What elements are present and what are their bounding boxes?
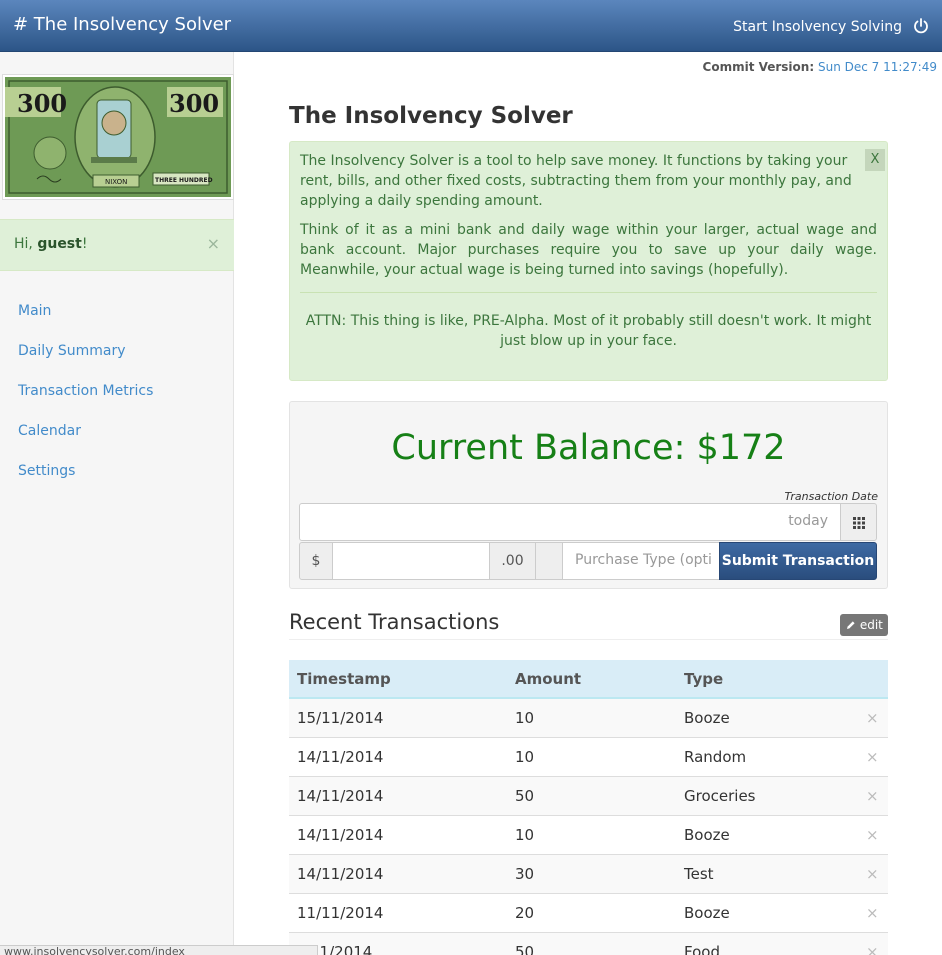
transaction-date-label: Transaction Date [784,490,878,503]
sidebar-item-transaction-metrics[interactable]: Transaction Metrics [18,382,153,422]
cell-type: Booze [684,709,730,727]
alert-close-button[interactable]: X [865,149,885,171]
svg-text:300: 300 [17,89,67,118]
transactions-table: Timestamp Amount Type 15/11/2014 10 Booze ×… [289,660,888,955]
cell-type: Food [684,943,720,955]
cell-amount: 50 [515,943,535,955]
submit-transaction-button[interactable]: Submit Transaction [719,542,877,580]
cell-amount: 10 [515,709,535,727]
delete-row-button[interactable]: × [866,709,879,727]
cell-timestamp: 14/11/2014 [297,826,384,844]
sidebar-item-daily-summary[interactable]: Daily Summary [18,342,153,382]
spacer-addon [535,542,563,580]
intro-alert: X The Insolvency Solver is a tool to hel… [289,141,888,381]
column-header-timestamp[interactable]: Timestamp [297,670,391,688]
sidebar-nav: Main Daily Summary Transaction Metrics C… [18,302,153,502]
greeting-alert: Hi, guest! × [0,219,234,271]
cell-amount: 30 [515,865,535,883]
cents-addon: .00 [489,542,536,580]
table-row: 15/11/2014 10 Booze × [289,699,888,738]
table-row: 11/11/2014 20 Booze × [289,894,888,933]
table-row: ?/11/2014 50 Food × [289,933,888,955]
logo: 300 300 NIXON THREE HUNDRED [2,74,234,200]
cell-amount: 50 [515,787,535,805]
page-title: The Insolvency Solver [289,103,573,129]
cell-amount: 20 [515,904,535,922]
attn-notice: ATTN: This thing is like, PRE-Alpha. Mos… [305,313,872,349]
edit-label: edit [859,618,883,632]
edit-button[interactable]: edit [840,614,888,636]
brand-link[interactable]: # The Insolvency Solver [13,14,231,35]
grid-icon [853,517,865,529]
three-hundred-dollar-bill-image: 300 300 NIXON THREE HUNDRED [5,77,231,197]
greeting-prefix: Hi, [14,236,38,252]
browser-status-bar: www.insolvencysolver.com/index [0,945,318,955]
greeting-username: guest [37,236,82,252]
top-navbar: # The Insolvency Solver Start Insolvency… [0,0,942,52]
commit-value-link[interactable]: Sun Dec 7 11:27:49 [818,60,937,74]
cell-type: Booze [684,904,730,922]
commit-label: Commit Version: [702,60,815,74]
sidebar-item-calendar[interactable]: Calendar [18,422,153,462]
pencil-icon [847,621,855,629]
alert-divider [300,292,877,293]
delete-row-button[interactable]: × [866,748,879,766]
cell-timestamp: 14/11/2014 [297,865,384,883]
amount-input[interactable] [332,542,490,580]
currency-addon: $ [299,542,333,580]
delete-row-button[interactable]: × [866,787,879,805]
cell-timestamp: 15/11/2014 [297,709,384,727]
greeting-suffix: ! [81,236,88,252]
delete-row-button[interactable]: × [866,943,879,955]
balance-panel: Current Balance: $172 Transaction Date t… [289,401,888,589]
calendar-button[interactable] [840,503,877,541]
sidebar: 300 300 NIXON THREE HUNDRED Hi, guest! ×… [0,52,234,955]
table-row: 14/11/2014 10 Booze × [289,816,888,855]
cell-amount: 10 [515,826,535,844]
column-header-amount[interactable]: Amount [515,670,581,688]
delete-row-button[interactable]: × [866,904,879,922]
transaction-date-input[interactable]: today [299,503,841,541]
recent-divider [289,639,888,640]
cell-timestamp: 11/11/2014 [297,904,384,922]
cell-timestamp: 14/11/2014 [297,787,384,805]
current-balance: Current Balance: $172 [391,428,786,468]
cell-type: Random [684,748,747,766]
delete-row-button[interactable]: × [866,826,879,844]
svg-text:THREE HUNDRED: THREE HUNDRED [155,177,213,184]
intro-paragraph-1: The Insolvency Solver is a tool to help … [300,153,852,209]
column-header-type[interactable]: Type [684,670,723,688]
table-header: Timestamp Amount Type [289,660,888,699]
date-input-group: today [299,503,877,541]
sidebar-item-settings[interactable]: Settings [18,462,153,502]
intro-paragraph-2: Think of it as a mini bank and daily wag… [300,222,877,278]
cell-timestamp: 14/11/2014 [297,748,384,766]
cell-type: Test [684,865,714,883]
recent-transactions-title: Recent Transactions [289,610,500,634]
power-icon[interactable] [912,17,930,35]
svg-text:NIXON: NIXON [105,178,127,186]
svg-text:300: 300 [169,89,219,118]
table-row: 14/11/2014 10 Random × [289,738,888,777]
purchase-type-input[interactable]: Purchase Type (opti [562,542,720,580]
transaction-input-group: $ .00 Purchase Type (opti Submit Transac… [299,542,877,580]
cell-amount: 10 [515,748,535,766]
greeting-close-button[interactable]: × [207,234,220,253]
sidebar-item-main[interactable]: Main [18,302,153,342]
delete-row-button[interactable]: × [866,865,879,883]
cell-type: Groceries [684,787,756,805]
table-body: 15/11/2014 10 Booze × 14/11/2014 10 Random × 1… [289,699,888,955]
commit-version: Commit Version: Sun Dec 7 11:27:49 [703,60,937,74]
table-row: 14/11/2014 30 Test × [289,855,888,894]
start-solving-link[interactable]: Start Insolvency Solving [733,19,902,35]
table-row: 14/11/2014 50 Groceries × [289,777,888,816]
cell-type: Booze [684,826,730,844]
